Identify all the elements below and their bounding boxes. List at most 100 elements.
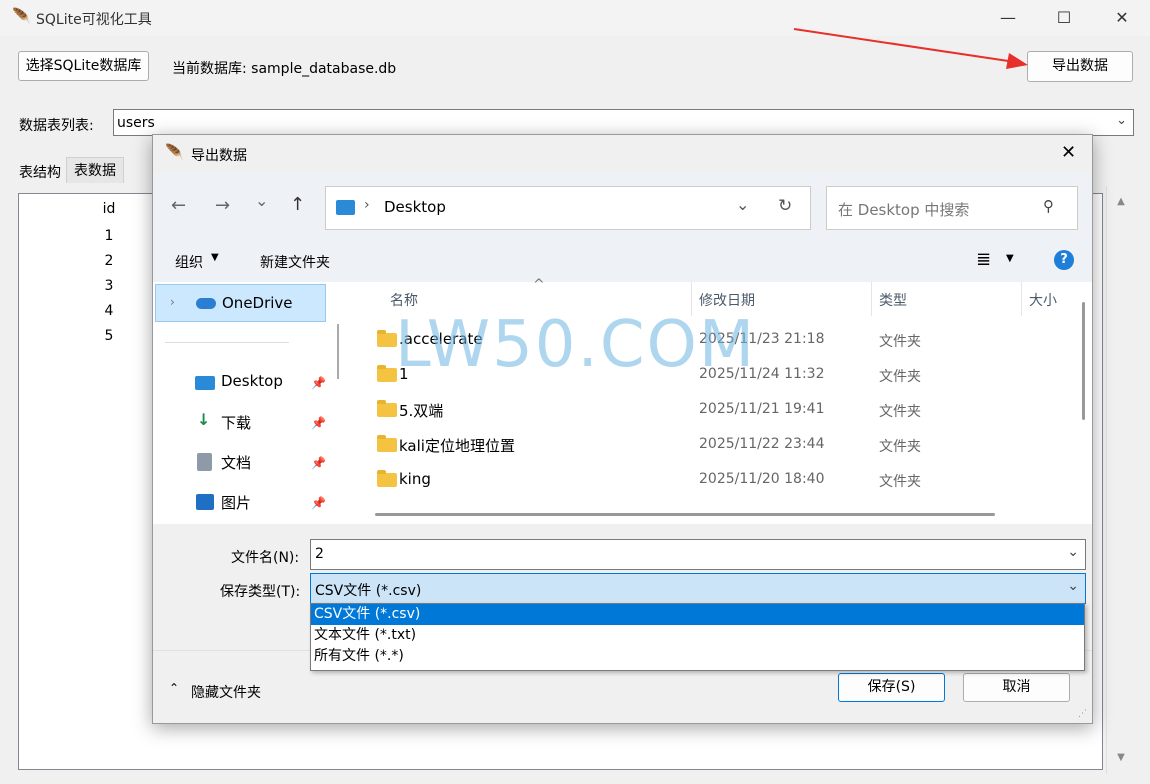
- vertical-scrollbar[interactable]: ▲ ▼: [1106, 186, 1134, 774]
- list-item[interactable]: 5.双端 2025/11/21 19:41 文件夹: [347, 392, 1067, 427]
- file-list-hscroll[interactable]: [375, 513, 995, 516]
- new-folder-button[interactable]: 新建文件夹: [260, 252, 330, 272]
- filename-label: 文件名(N):: [231, 550, 300, 566]
- tree-scrollbar[interactable]: [337, 324, 339, 379]
- path-separator-icon: ›: [364, 197, 370, 213]
- chevron-down-icon: ⌄: [1116, 113, 1127, 128]
- file-type: 文件夹: [879, 334, 921, 350]
- help-icon[interactable]: ?: [1054, 250, 1074, 270]
- column-size[interactable]: 大小: [1029, 290, 1057, 310]
- app-title: SQLite可视化工具: [36, 12, 152, 28]
- view-dropdown-icon[interactable]: ▼: [1006, 253, 1014, 264]
- tree-item-documents[interactable]: 文档: [221, 452, 251, 473]
- file-list-vscroll[interactable]: [1082, 302, 1085, 420]
- dialog-title-bar: 🪶 导出数据 ✕: [153, 135, 1092, 172]
- table-row[interactable]: 5: [79, 328, 139, 344]
- table-row[interactable]: 2: [79, 253, 139, 269]
- savetype-option-csv[interactable]: CSV文件 (*.csv): [311, 604, 1084, 625]
- table-row[interactable]: 4: [79, 303, 139, 319]
- column-header-id: id: [102, 201, 116, 217]
- tree-item-pictures[interactable]: 图片: [221, 492, 251, 513]
- watermark-text: LW50.COM: [395, 308, 757, 382]
- file-name: king: [399, 470, 431, 488]
- tab-data[interactable]: 表数据: [66, 157, 124, 183]
- column-name[interactable]: 名称: [390, 290, 418, 310]
- organize-menu[interactable]: 组织: [175, 252, 203, 272]
- table-list-label: 数据表列表:: [19, 118, 94, 134]
- folder-icon: [377, 365, 397, 382]
- resize-grip-icon[interactable]: ⋰: [1078, 709, 1087, 719]
- dialog-navigation: ← → ⌄ ↑ › Desktop ⌄ ↻ 在 Desktop 中搜索 ⚲ 组织…: [153, 172, 1092, 282]
- file-name: 5.双端: [399, 402, 444, 420]
- hide-folders-toggle[interactable]: 隐藏文件夹: [191, 682, 261, 702]
- annotation-arrow-icon: [793, 28, 1028, 69]
- file-date: 2025/11/21 19:41: [699, 401, 825, 417]
- scroll-up-icon[interactable]: ▲: [1107, 196, 1135, 207]
- table-row[interactable]: 3: [79, 278, 139, 294]
- search-box[interactable]: 在 Desktop 中搜索 ⚲: [826, 186, 1078, 230]
- filename-value: 2: [315, 546, 324, 562]
- refresh-icon[interactable]: ↻: [778, 196, 792, 216]
- file-type: 文件夹: [879, 404, 921, 420]
- savetype-dropdown-icon[interactable]: ⌄: [1067, 578, 1079, 594]
- tree-item-downloads[interactable]: 下载: [221, 412, 251, 433]
- savetype-value: CSV文件 (*.csv): [315, 583, 422, 599]
- file-date: 2025/11/20 18:40: [699, 471, 825, 487]
- address-bar[interactable]: › Desktop ⌄ ↻: [325, 186, 811, 230]
- dialog-close-icon[interactable]: ✕: [1061, 142, 1076, 163]
- address-dropdown-icon[interactable]: ⌄: [736, 195, 749, 214]
- list-item[interactable]: king 2025/11/20 18:40 文件夹: [347, 462, 1067, 497]
- table-select[interactable]: users ⌄: [113, 109, 1134, 136]
- dialog-title: 导出数据: [191, 148, 247, 164]
- tree-item-onedrive[interactable]: › OneDrive: [155, 284, 326, 322]
- filename-dropdown-icon[interactable]: ⌄: [1067, 544, 1079, 560]
- forward-arrow-icon[interactable]: →: [215, 195, 230, 216]
- collapse-chevron-icon[interactable]: ⌃: [169, 681, 179, 695]
- close-button[interactable]: ✕: [1094, 0, 1150, 36]
- pictures-icon: [196, 494, 214, 510]
- file-type: 文件夹: [879, 369, 921, 385]
- path-segment-desktop[interactable]: Desktop: [384, 198, 446, 216]
- cancel-button[interactable]: 取消: [963, 673, 1070, 702]
- select-db-button[interactable]: 选择SQLite数据库: [18, 51, 149, 81]
- savetype-option-txt[interactable]: 文本文件 (*.txt): [311, 625, 1084, 646]
- folder-icon: [377, 470, 397, 487]
- file-name: kali定位地理位置: [399, 437, 515, 455]
- pin-icon: 📌: [311, 416, 326, 430]
- recent-locations-icon[interactable]: ⌄: [255, 191, 268, 210]
- folder-icon: [377, 330, 397, 347]
- tab-structure[interactable]: 表结构: [16, 160, 64, 186]
- back-arrow-icon[interactable]: ←: [171, 195, 186, 216]
- file-type: 文件夹: [879, 439, 921, 455]
- onedrive-cloud-icon: [196, 298, 216, 309]
- desktop-folder-icon: [336, 200, 355, 215]
- up-arrow-icon[interactable]: ↑: [290, 194, 305, 215]
- view-list-icon[interactable]: ≣: [976, 249, 991, 270]
- scroll-down-icon[interactable]: ▼: [1107, 752, 1135, 763]
- maximize-button[interactable]: ☐: [1036, 0, 1092, 36]
- current-db-label: 当前数据库: sample_database.db: [172, 61, 397, 77]
- search-input[interactable]: 在 Desktop 中搜索: [838, 199, 969, 220]
- savetype-option-all[interactable]: 所有文件 (*.*): [311, 646, 1084, 667]
- tree-item-desktop[interactable]: Desktop: [221, 372, 283, 390]
- savetype-label: 保存类型(T):: [220, 584, 301, 600]
- savetype-dropdown-list: CSV文件 (*.csv) 文本文件 (*.txt) 所有文件 (*.*): [310, 603, 1085, 671]
- column-type[interactable]: 类型: [879, 290, 907, 310]
- save-button[interactable]: 保存(S): [838, 673, 945, 702]
- pin-icon: 📌: [311, 496, 326, 510]
- documents-icon: [197, 453, 212, 471]
- table-row[interactable]: 1: [79, 228, 139, 244]
- desktop-icon: [195, 376, 215, 390]
- tree-label-onedrive: OneDrive: [222, 294, 293, 312]
- table-select-value: users: [117, 115, 155, 131]
- sort-ascending-icon: ^: [533, 277, 545, 293]
- export-data-button[interactable]: 导出数据: [1027, 51, 1133, 82]
- search-icon: ⚲: [1043, 197, 1054, 215]
- expand-chevron-icon: ›: [170, 295, 175, 309]
- file-type: 文件夹: [879, 474, 921, 490]
- list-item[interactable]: kali定位地理位置 2025/11/22 23:44 文件夹: [347, 427, 1067, 462]
- column-modified[interactable]: 修改日期: [699, 290, 755, 310]
- pin-icon: 📌: [311, 376, 326, 390]
- savetype-select[interactable]: CSV文件 (*.csv) ⌄: [310, 573, 1086, 604]
- filename-input[interactable]: 2 ⌄: [310, 539, 1086, 570]
